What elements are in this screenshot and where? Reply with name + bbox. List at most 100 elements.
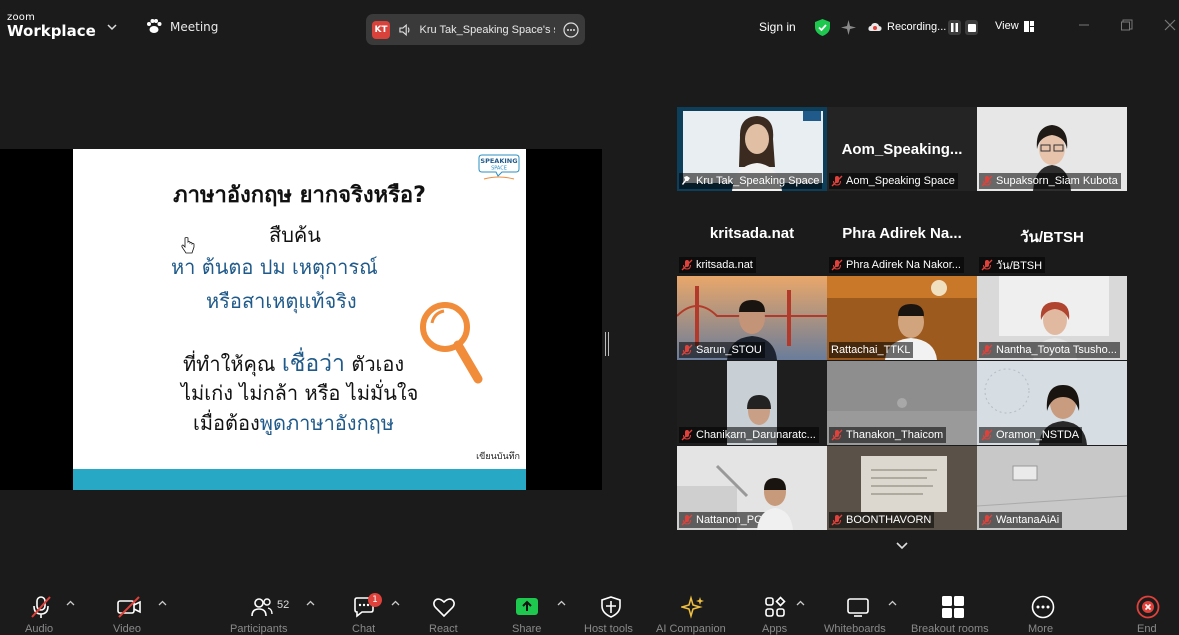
more-label[interactable]: More — [1028, 623, 1053, 635]
participant-name: Rattachai_TTKL — [831, 344, 911, 356]
participant-tile[interactable]: WantanaAiAi — [977, 446, 1127, 530]
meeting-tab[interactable]: Meeting — [146, 19, 218, 34]
participants-label[interactable]: Participants — [230, 623, 287, 635]
participants-icon[interactable] — [250, 595, 274, 619]
slide-line-1: สืบค้น — [269, 223, 321, 247]
participant-tile[interactable]: Rattachai_TTKL — [827, 276, 977, 360]
resize-handle[interactable] — [605, 332, 609, 356]
close-window-icon[interactable] — [1163, 18, 1177, 32]
chat-unread-badge: 1 — [368, 593, 382, 607]
participant-gallery: Kru Tak_Speaking Space Aom_Speaking... A… — [677, 107, 1128, 531]
video-off-icon[interactable] — [116, 595, 142, 619]
participant-tile[interactable]: BOONTHAVORN — [827, 446, 977, 530]
whiteboards-options-caret-icon[interactable] — [888, 600, 897, 606]
sharer-avatar: KT — [372, 20, 390, 39]
top-bar: zoom Workplace Meeting KT Kru Tak_Speaki… — [0, 0, 1179, 56]
paw-icon — [147, 19, 162, 33]
share-options-caret-icon[interactable] — [557, 600, 566, 606]
end-meeting-icon[interactable] — [1136, 595, 1160, 619]
participant-tile[interactable]: Nattanon_PCC — [677, 446, 827, 530]
stop-recording-button[interactable] — [965, 20, 978, 35]
more-icon[interactable] — [1031, 595, 1055, 619]
end-label[interactable]: End — [1137, 623, 1157, 635]
recording-indicator[interactable]: Recording... — [868, 21, 946, 33]
participant-namebar: Thanakon_Thaicom — [829, 427, 947, 443]
apps-options-caret-icon[interactable] — [796, 600, 805, 606]
pause-recording-button[interactable] — [948, 20, 961, 35]
more-options-icon[interactable] — [563, 21, 579, 38]
participant-tile[interactable]: Oramon_NSTDA — [977, 361, 1127, 445]
participant-namebar: WantanaAiAi — [979, 512, 1063, 528]
participant-tile[interactable]: วัน/BTSH วัน/BTSH — [977, 191, 1127, 275]
minimize-icon[interactable] — [1077, 18, 1091, 32]
mic-muted-icon — [681, 429, 693, 441]
slide-line-4a: ที่ทำให้คุณ — [183, 352, 282, 376]
share-status-pill[interactable]: KT Kru Tak_Speaking Space's sc — [366, 14, 585, 45]
breakout-rooms-label[interactable]: Breakout rooms — [911, 623, 989, 635]
participants-options-caret-icon[interactable] — [306, 600, 315, 606]
participant-tile[interactable]: Nantha_Toyota Tsusho... — [977, 276, 1127, 360]
apps-icon[interactable] — [763, 595, 787, 619]
share-screen-icon[interactable] — [515, 595, 539, 619]
mic-muted-icon — [831, 514, 843, 526]
participant-name: Oramon_NSTDA — [996, 429, 1080, 441]
chat-options-caret-icon[interactable] — [391, 600, 400, 606]
participant-tile[interactable]: Phra Adirek Na... Phra Adirek Na Nakor..… — [827, 191, 977, 275]
sign-in-link[interactable]: Sign in — [759, 20, 796, 34]
participant-namebar: BOONTHAVORN — [829, 512, 935, 528]
host-tools-shield-icon[interactable] — [600, 595, 622, 619]
participant-name: Supaksorn_Siam Kubota — [996, 175, 1118, 187]
mic-muted-icon — [831, 175, 843, 187]
view-button[interactable]: View — [995, 20, 1034, 32]
whiteboards-label[interactable]: Whiteboards — [824, 623, 886, 635]
participant-figure — [757, 478, 793, 530]
chevron-down-icon[interactable] — [106, 21, 118, 33]
participant-tile[interactable]: Kru Tak_Speaking Space — [677, 107, 827, 191]
participant-name: kritsada.nat — [696, 259, 753, 271]
meeting-label: Meeting — [170, 19, 219, 34]
participant-tile[interactable]: Supaksorn_Siam Kubota — [977, 107, 1127, 191]
slide-line-6: เมื่อต้องพูดภาษาอังกฤษ — [193, 407, 394, 439]
participants-count: 52 — [277, 599, 290, 611]
chevron-down-icon[interactable] — [894, 540, 910, 552]
zoom-logo[interactable]: zoom Workplace — [7, 13, 96, 39]
video-options-caret-icon[interactable] — [158, 600, 167, 606]
magnifier-icon — [420, 302, 483, 384]
maximize-icon[interactable] — [1120, 18, 1134, 32]
ai-companion-label[interactable]: AI Companion — [656, 623, 726, 635]
security-shield-icon[interactable] — [814, 18, 831, 37]
mic-muted-icon — [831, 259, 843, 271]
participant-tile[interactable]: Sarun_STOU — [677, 276, 827, 360]
heart-icon[interactable] — [432, 595, 456, 619]
audio-options-caret-icon[interactable] — [66, 600, 75, 606]
participant-name: วัน/BTSH — [996, 260, 1043, 272]
react-label[interactable]: React — [429, 623, 458, 635]
speaker-icon[interactable] — [398, 23, 412, 37]
breakout-rooms-icon[interactable] — [941, 595, 965, 619]
video-label[interactable]: Video — [113, 623, 141, 635]
mic-muted-icon — [681, 514, 693, 526]
share-label[interactable]: Share — [512, 623, 541, 635]
chat-label[interactable]: Chat — [352, 623, 375, 635]
participant-namebar: Oramon_NSTDA — [979, 427, 1083, 443]
participant-tile[interactable]: Chanikarn_Darunaratc... — [677, 361, 827, 445]
apps-label[interactable]: Apps — [762, 623, 787, 635]
whiteboard-icon[interactable] — [846, 595, 870, 619]
participant-display-name: kritsada.nat — [709, 225, 795, 242]
mic-muted-icon — [981, 259, 993, 271]
participant-namebar: Aom_Speaking Space — [829, 173, 958, 189]
mic-muted-icon — [681, 344, 693, 356]
mic-muted-icon[interactable] — [30, 595, 52, 619]
recording-controls — [948, 20, 978, 35]
participant-tile[interactable]: Aom_Speaking... Aom_Speaking Space — [827, 107, 977, 191]
meeting-toolbar: Audio Video 52 Participants 1 Chat React… — [0, 585, 1179, 635]
host-tools-label[interactable]: Host tools — [584, 623, 633, 635]
participant-tile[interactable]: kritsada.nat kritsada.nat — [677, 191, 827, 275]
slide-footer: เขียนบันทึก — [476, 452, 520, 462]
participant-tile[interactable]: Thanakon_Thaicom — [827, 361, 977, 445]
ai-sparkle-icon[interactable] — [840, 19, 857, 36]
participant-namebar: Nantha_Toyota Tsusho... — [979, 342, 1120, 358]
audio-label[interactable]: Audio — [25, 623, 53, 635]
view-label: View — [995, 20, 1019, 32]
ai-companion-sparkle-icon[interactable] — [681, 595, 705, 619]
